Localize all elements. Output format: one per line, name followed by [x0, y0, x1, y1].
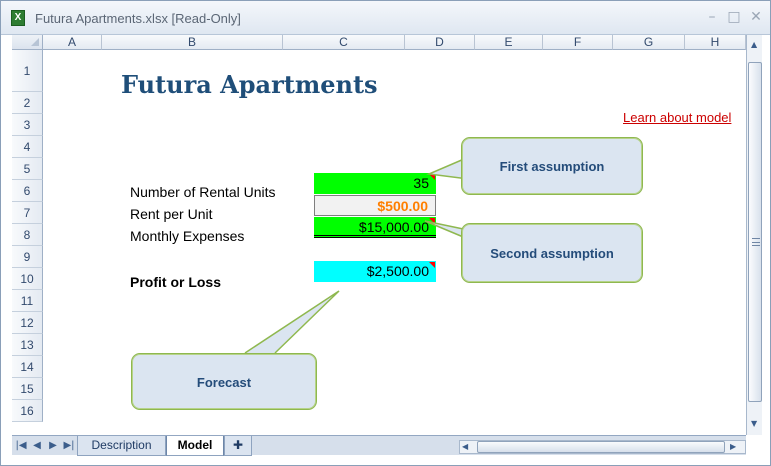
- row-header-1[interactable]: 1: [12, 50, 43, 92]
- worksheet-grid[interactable]: A B C D E F G H 1 2 3 4 5 6 7 8 9 10 11 …: [12, 35, 746, 435]
- row-header-14[interactable]: 14: [12, 356, 43, 378]
- excel-file-icon: X: [11, 10, 25, 26]
- tab-model[interactable]: Model: [166, 436, 224, 456]
- sheet-tab-bar: |◀ ◀ ▶ ▶| Description Model ✚ ◀ ▶: [12, 435, 746, 456]
- row-header-15[interactable]: 15: [12, 378, 43, 400]
- row-header-13[interactable]: 13: [12, 334, 43, 356]
- scroll-left-icon[interactable]: ◀: [462, 442, 468, 451]
- row-header-9[interactable]: 9: [12, 246, 43, 268]
- column-header-d[interactable]: D: [405, 35, 475, 50]
- row-header-6[interactable]: 6: [12, 180, 43, 202]
- next-sheet-icon[interactable]: ▶: [46, 439, 60, 453]
- title-bar: X Futura Apartments.xlsx [Read-Only] – □…: [1, 1, 770, 35]
- previous-sheet-icon[interactable]: ◀: [30, 439, 44, 453]
- minimize-icon[interactable]: –: [703, 9, 721, 25]
- column-header-g[interactable]: G: [613, 35, 685, 50]
- vertical-scroll-thumb[interactable]: [748, 62, 762, 402]
- second-assumption-callout: Second assumption: [461, 223, 643, 283]
- column-header-a[interactable]: A: [43, 35, 102, 50]
- excel-window: X Futura Apartments.xlsx [Read-Only] – □…: [0, 0, 771, 466]
- cell-area[interactable]: Futura Apartments Learn about model Numb…: [43, 50, 746, 435]
- first-assumption-callout: First assumption: [461, 137, 643, 195]
- first-sheet-icon[interactable]: |◀: [14, 439, 28, 453]
- row-header-10[interactable]: 10: [12, 268, 43, 290]
- scroll-right-icon[interactable]: ▶: [730, 442, 736, 451]
- grip-icon: [752, 238, 760, 246]
- column-header-b[interactable]: B: [102, 35, 283, 50]
- vertical-scrollbar[interactable]: ▲ ▼: [746, 35, 762, 435]
- horizontal-scroll-thumb[interactable]: [477, 441, 725, 453]
- forecast-callout: Forecast: [131, 353, 317, 410]
- row-header-4[interactable]: 4: [12, 136, 43, 158]
- column-header-c[interactable]: C: [283, 35, 405, 50]
- row-header-2[interactable]: 2: [12, 92, 43, 114]
- close-icon[interactable]: ✕: [747, 9, 765, 25]
- maximize-icon[interactable]: □: [725, 9, 743, 25]
- tab-description[interactable]: Description: [77, 436, 166, 456]
- row-header-11[interactable]: 11: [12, 290, 43, 312]
- window-title: Futura Apartments.xlsx [Read-Only]: [35, 11, 241, 26]
- last-sheet-icon[interactable]: ▶|: [62, 439, 76, 453]
- sheet-navigation: |◀ ◀ ▶ ▶|: [12, 439, 76, 454]
- column-header-e[interactable]: E: [475, 35, 543, 50]
- scroll-up-icon[interactable]: ▲: [751, 40, 757, 49]
- column-header-f[interactable]: F: [543, 35, 613, 50]
- insert-sheet-icon[interactable]: ✚: [224, 436, 252, 456]
- select-all-corner[interactable]: [12, 35, 43, 50]
- row-header-8[interactable]: 8: [12, 224, 43, 246]
- row-header-7[interactable]: 7: [12, 202, 43, 224]
- horizontal-scrollbar[interactable]: ◀ ▶: [459, 440, 746, 454]
- column-header-h[interactable]: H: [685, 35, 746, 50]
- row-header-3[interactable]: 3: [12, 114, 43, 136]
- row-header-16[interactable]: 16: [12, 400, 43, 422]
- row-header-12[interactable]: 12: [12, 312, 43, 334]
- row-header-5[interactable]: 5: [12, 158, 43, 180]
- scroll-down-icon[interactable]: ▼: [751, 419, 757, 428]
